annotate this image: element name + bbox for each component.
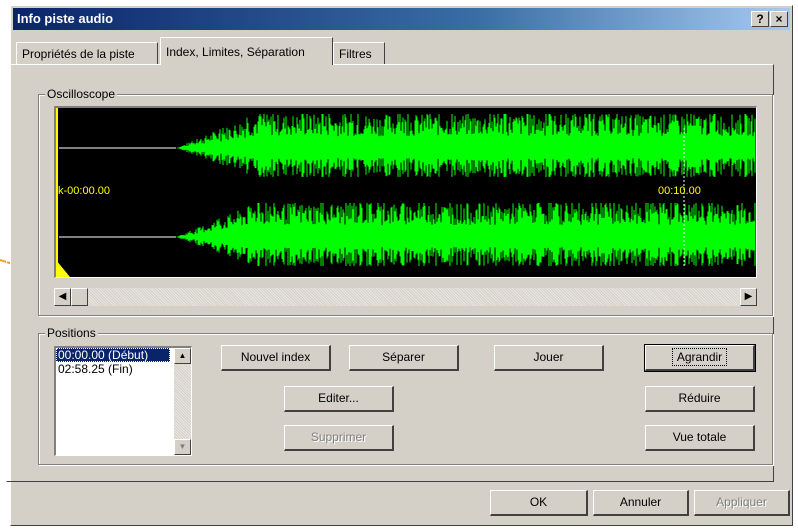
scroll-down-button[interactable]: ▼	[174, 439, 191, 455]
zoom-in-label: Agrandir	[671, 348, 728, 366]
full-view-label: Vue totale	[672, 430, 727, 444]
scroll-right-button[interactable]: ▶	[740, 288, 757, 306]
edit-button[interactable]: Editer...	[284, 386, 394, 412]
scroll-left-button[interactable]: ◀	[54, 288, 71, 306]
start-time-label: k-00:00.00	[58, 185, 110, 197]
delete-label: Supprimer	[310, 430, 367, 444]
edit-label: Editer...	[318, 391, 359, 405]
full-view-button[interactable]: Vue totale	[645, 425, 755, 451]
split-label: Séparer	[382, 350, 425, 364]
tab-label: Index, Limites, Séparation	[166, 45, 305, 59]
scroll-thumb[interactable]	[71, 288, 88, 306]
list-item[interactable]: 00:00.00 (Début)	[56, 348, 170, 362]
zoom-out-label: Réduire	[678, 391, 721, 405]
marker-time-label: 00:10.00	[658, 185, 701, 197]
window-title: Info piste audio	[17, 11, 114, 26]
cancel-button[interactable]: Annuler	[593, 490, 689, 516]
delete-button[interactable]: Supprimer	[284, 425, 394, 451]
split-button[interactable]: Séparer	[349, 345, 459, 371]
horizontal-scrollbar[interactable]: ◀ ▶	[54, 288, 757, 306]
zoom-out-button[interactable]: Réduire	[645, 386, 755, 412]
tab-track-properties[interactable]: Propriétés de la piste	[16, 42, 158, 64]
tab-filters[interactable]: Filtres	[333, 42, 385, 64]
left-channel	[59, 114, 756, 177]
positions-list[interactable]: 00:00.00 (Début) 02:58.25 (Fin) ▲ ▼	[54, 346, 192, 456]
right-channel	[59, 203, 756, 266]
tab-index-limits-split[interactable]: Index, Limites, Séparation	[160, 37, 333, 65]
apply-button[interactable]: Appliquer	[694, 490, 790, 516]
help-button[interactable]: ?	[751, 11, 769, 27]
zoom-in-button[interactable]: Agrandir	[644, 344, 756, 372]
ok-button[interactable]: OK	[490, 490, 588, 516]
waveform-path	[176, 114, 756, 177]
apply-label: Appliquer	[716, 495, 767, 509]
play-label: Jouer	[533, 350, 564, 364]
waveform: k-00:00.00 00:10.00	[56, 108, 756, 277]
tab-label: Propriétés de la piste	[22, 47, 135, 61]
list-vertical-scrollbar[interactable]: ▲ ▼	[174, 348, 191, 455]
cursor-handle	[56, 260, 70, 277]
new-index-label: Nouvel index	[240, 350, 311, 364]
positions-legend: Positions	[45, 326, 98, 340]
scroll-up-button[interactable]: ▲	[174, 348, 191, 364]
waveform-path	[176, 203, 756, 266]
cancel-label: Annuler	[619, 495, 662, 509]
ok-label: OK	[529, 495, 548, 509]
play-button[interactable]: Jouer	[494, 345, 604, 371]
oscilloscope-display[interactable]: k-00:00.00 00:10.00	[54, 106, 757, 278]
list-item[interactable]: 02:58.25 (Fin)	[56, 362, 191, 376]
title-bar: Info piste audio ? ×	[13, 8, 790, 30]
close-button[interactable]: ×	[770, 11, 788, 27]
tab-label: Filtres	[339, 47, 372, 61]
new-index-button[interactable]: Nouvel index	[221, 345, 331, 371]
oscilloscope-legend: Oscilloscope	[45, 87, 118, 101]
